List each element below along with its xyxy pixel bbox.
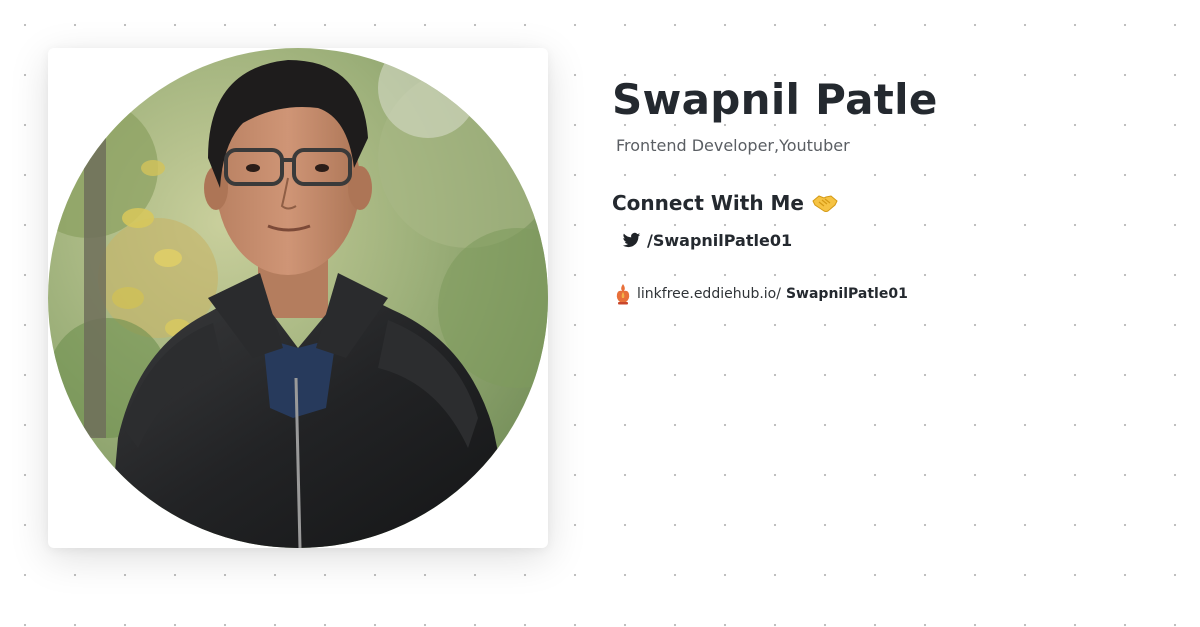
twitter-handle: /SwapnilPatle01 xyxy=(647,230,793,250)
twitter-icon xyxy=(622,232,641,247)
linkfree-username: SwapnilPatle01 xyxy=(785,286,908,302)
linkfree-link[interactable]: linkfree.eddiehub.io/ SwapnilPatle01 xyxy=(614,282,1172,306)
profile-name: Swapnil Patle xyxy=(612,75,938,124)
twitter-link[interactable]: /SwapnilPatle01 xyxy=(622,228,1172,252)
eddiehub-logo-icon xyxy=(616,284,630,305)
profile-photo-card xyxy=(48,48,548,548)
profile-photo xyxy=(48,48,548,548)
profile-tagline: Frontend Developer,Youtuber xyxy=(616,136,850,155)
connect-heading-text: Connect With Me xyxy=(612,191,804,215)
linkfree-domain: linkfree.eddiehub.io/ xyxy=(637,286,781,302)
handshake-icon xyxy=(812,195,838,212)
connect-heading: Connect With Me xyxy=(612,190,1172,216)
profile-info: Swapnil Patle Frontend Developer,Youtube… xyxy=(612,72,1172,306)
